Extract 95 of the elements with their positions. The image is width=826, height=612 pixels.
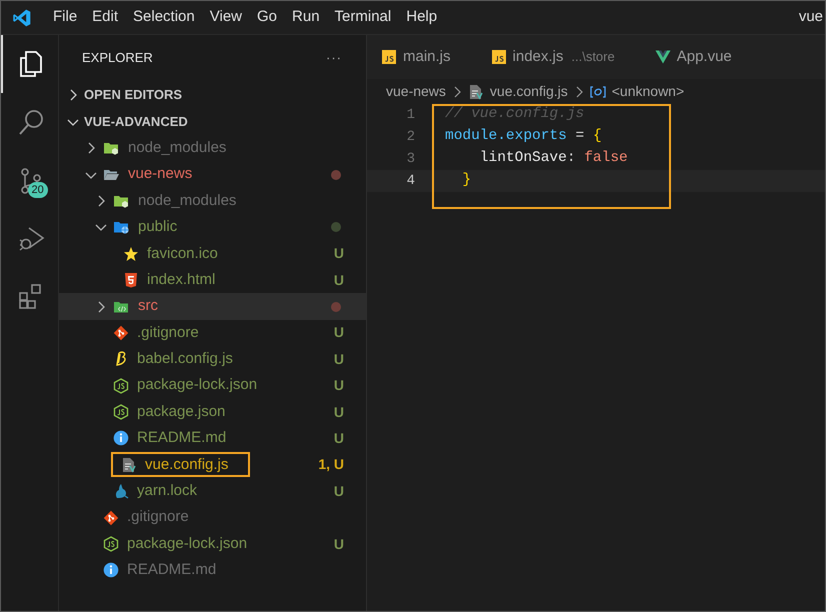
tree-item[interactable]: .gitignore U xyxy=(59,320,366,346)
hexagon-js-icon xyxy=(113,378,129,394)
file-name: favicon.ico xyxy=(147,244,218,264)
chevron-right-icon xyxy=(452,84,462,98)
file-name: package-lock.json xyxy=(127,534,248,554)
file-name: src xyxy=(138,296,158,316)
menu-item[interactable]: Go xyxy=(251,2,284,32)
line-number: 4 xyxy=(406,172,415,190)
menu-item[interactable]: View xyxy=(204,2,248,32)
hexagon-js-icon xyxy=(103,536,119,552)
brackets-icon xyxy=(590,84,606,100)
js-file-icon xyxy=(490,49,507,65)
file-name: node_modules xyxy=(138,190,236,211)
file-name: node_modules xyxy=(128,138,226,158)
git-status-letter: U xyxy=(334,534,344,554)
tree-item[interactable]: README.md xyxy=(59,557,366,584)
count-badge: 20 xyxy=(28,182,48,198)
tree-item[interactable]: index.html U xyxy=(59,266,366,294)
breadcrumb-item[interactable]: vue-news xyxy=(386,81,446,102)
file-name: vue.config.js xyxy=(145,454,228,475)
tree-item[interactable]: .gitignore xyxy=(59,504,366,531)
file-name: babel.config.js xyxy=(137,349,233,370)
tree-item[interactable]: yarn.lock U xyxy=(59,478,366,504)
git-status-letter: 1, U xyxy=(318,455,344,474)
file-name: vue-news xyxy=(128,164,192,184)
file-name: README.md xyxy=(127,560,216,580)
section-header[interactable]: OPEN EDITORS xyxy=(59,81,366,108)
code-line: module.exports = { xyxy=(445,127,602,146)
tree-item[interactable]: babel.config.js U xyxy=(59,346,366,373)
explorer-title: EXPLORER xyxy=(82,49,153,68)
line-number: 3 xyxy=(406,150,415,168)
file-name: index.html xyxy=(147,270,216,290)
line-number: 1 xyxy=(406,106,415,124)
menu-item[interactable]: Selection xyxy=(127,2,201,32)
tree-item[interactable]: package.json U xyxy=(59,398,366,426)
editor-tab[interactable]: App.vue xyxy=(640,35,758,79)
git-diamond-icon xyxy=(113,324,129,341)
file-name: public xyxy=(138,217,178,238)
activity-bar-item[interactable]: 20 xyxy=(1,151,58,209)
file-name: .gitignore xyxy=(127,507,189,528)
git-diamond-icon xyxy=(103,510,119,526)
tab-path: ...\store xyxy=(571,48,615,66)
globe-folder-icon xyxy=(113,219,130,236)
tree-item[interactable]: node_modules xyxy=(59,135,366,162)
line-number: 2 xyxy=(406,128,415,146)
git-status-letter: U xyxy=(334,482,344,501)
tree-item[interactable]: package-lock.json U xyxy=(59,530,366,558)
chevron-right-icon xyxy=(574,84,584,98)
folder-icon xyxy=(103,140,120,156)
star-icon xyxy=(123,246,139,262)
info-icon xyxy=(103,562,119,578)
file-name: README.md xyxy=(137,428,226,448)
tree-item[interactable]: vue.config.js 1, U xyxy=(59,452,366,478)
tree-item[interactable]: node_modules xyxy=(59,188,366,214)
menu-item[interactable]: Edit xyxy=(86,2,124,32)
breadcrumb-item[interactable]: <unknown> xyxy=(590,81,684,102)
git-status-letter: U xyxy=(334,350,344,369)
git-status-letter: U xyxy=(334,376,344,396)
git-status-letter: U xyxy=(334,323,344,342)
file-name: package-lock.json xyxy=(137,375,258,396)
hexagon-js-icon xyxy=(113,404,129,420)
config-file-icon xyxy=(468,84,484,100)
file-name: .gitignore xyxy=(137,322,199,343)
tree-item[interactable]: README.md U xyxy=(59,425,366,452)
file-name: package.json xyxy=(137,402,226,422)
file-name: yarn.lock xyxy=(137,481,198,502)
editor-tab[interactable]: index.js ...\store xyxy=(476,35,641,79)
menu-item[interactable]: File xyxy=(47,2,84,32)
code-line: lintOnSave: false xyxy=(478,149,628,168)
config-file-icon xyxy=(121,456,137,473)
tree-item[interactable]: vue-news xyxy=(59,161,366,188)
git-status-letter: U xyxy=(334,244,344,264)
editor-tab[interactable]: main.js xyxy=(367,35,477,79)
info-icon xyxy=(113,430,129,446)
git-status-letter: U xyxy=(334,270,344,290)
tree-item[interactable]: package-lock.json U xyxy=(59,372,366,399)
section-header[interactable]: VUE-ADVANCED xyxy=(59,108,366,135)
html5-icon xyxy=(123,272,139,288)
v-logo-icon xyxy=(654,49,671,65)
breadcrumb-item[interactable]: vue.config.js xyxy=(468,81,568,102)
git-status-letter: U xyxy=(334,402,344,422)
code-line: // vue.config.js xyxy=(445,105,584,124)
more-actions-button[interactable]: ··· xyxy=(326,48,342,68)
git-status-letter: U xyxy=(334,428,344,448)
menu-item[interactable]: Help xyxy=(400,2,444,32)
menu-item[interactable]: Terminal xyxy=(328,2,398,32)
menu-item[interactable]: Run xyxy=(286,2,326,32)
tree-item[interactable]: favicon.ico U xyxy=(59,240,366,267)
search-icon xyxy=(16,108,44,136)
tree-item[interactable]: public xyxy=(59,214,366,241)
window-title: vue xyxy=(798,7,823,28)
tree-item[interactable]: src xyxy=(59,293,366,320)
js-file-icon xyxy=(381,49,397,65)
code-line: } xyxy=(461,171,472,190)
app-logo-icon xyxy=(12,8,32,28)
